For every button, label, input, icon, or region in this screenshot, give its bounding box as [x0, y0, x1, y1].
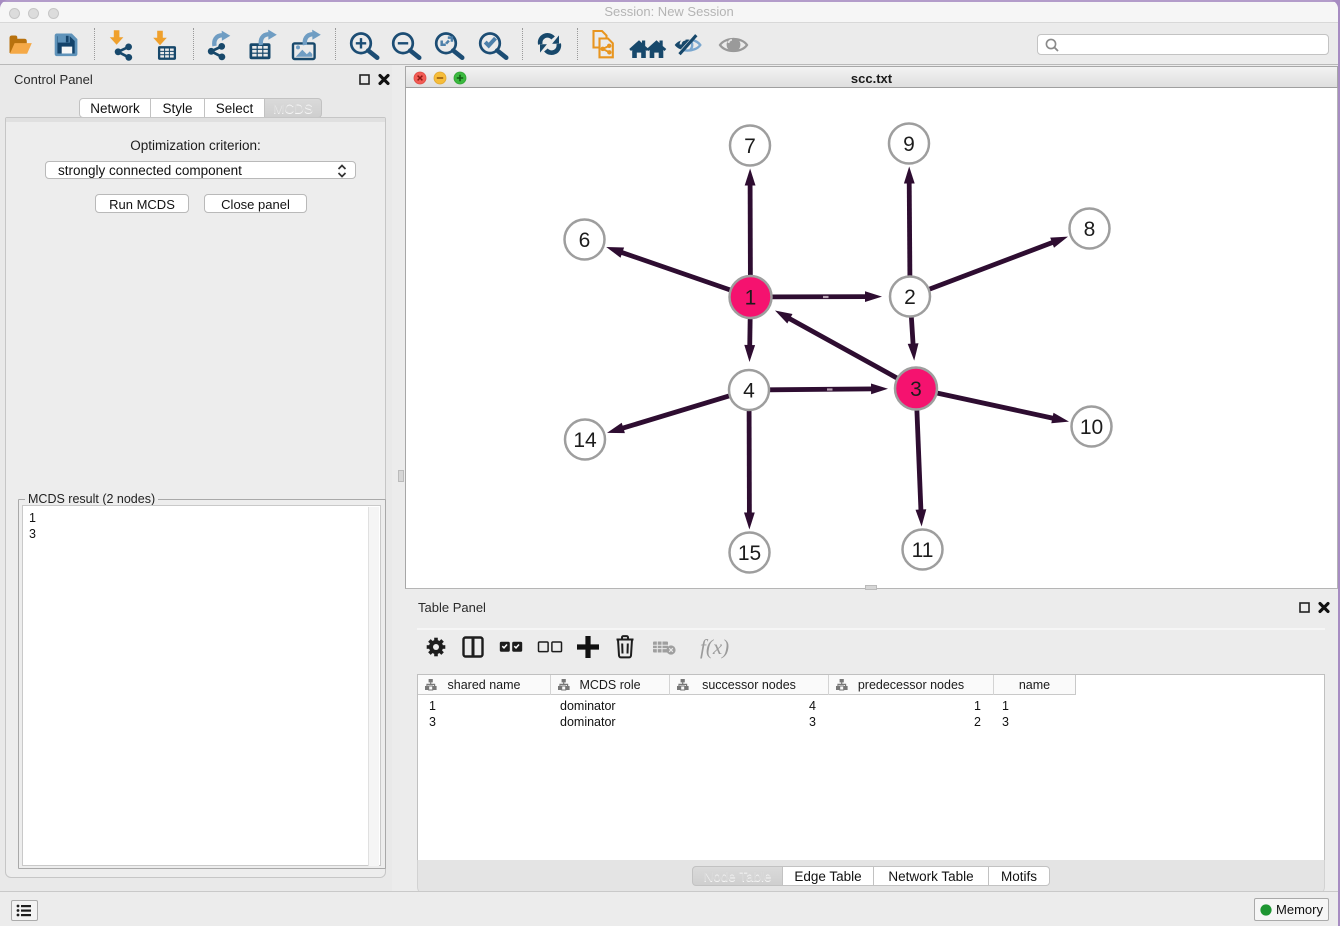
svg-text:14: 14	[573, 429, 597, 452]
svg-text:3: 3	[910, 378, 922, 401]
svg-text:11: 11	[912, 539, 934, 562]
svg-text:2: 2	[904, 286, 916, 309]
svg-text:8: 8	[1084, 218, 1096, 241]
svg-text:1: 1	[745, 287, 757, 310]
svg-text:15: 15	[738, 542, 761, 565]
svg-text:6: 6	[579, 229, 591, 252]
svg-text:f(x): f(x)	[700, 635, 729, 659]
svg-text:9: 9	[903, 133, 915, 156]
svg-text:7: 7	[744, 135, 756, 158]
svg-text:4: 4	[743, 380, 755, 403]
svg-text:10: 10	[1080, 416, 1103, 439]
